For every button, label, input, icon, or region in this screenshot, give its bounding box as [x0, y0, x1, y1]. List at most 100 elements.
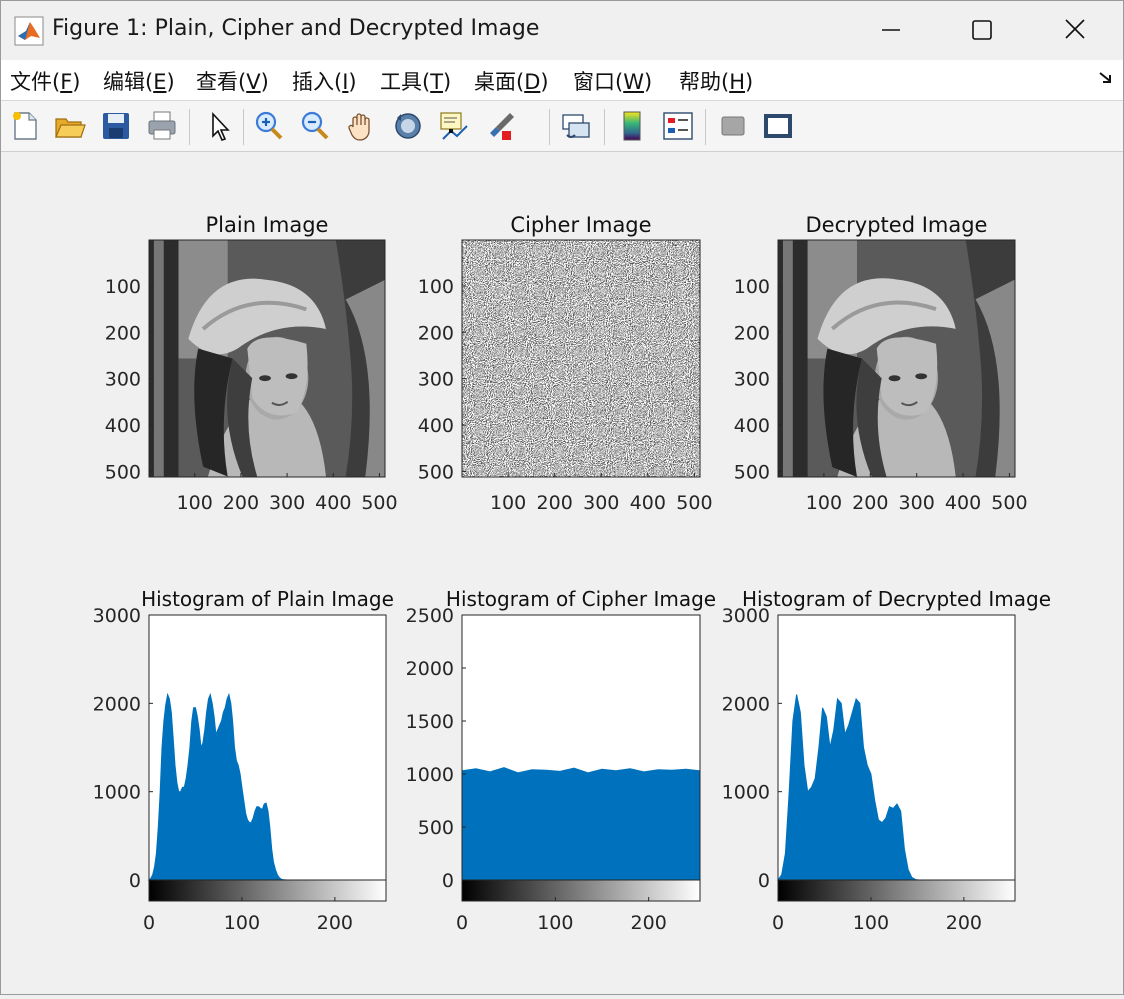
x-tick-label: 200 — [852, 492, 888, 514]
y-tick-label: 300 — [418, 369, 454, 391]
y-tick-label: 2000 — [722, 693, 770, 715]
toolbar-separator — [243, 109, 244, 145]
zoom-out-icon[interactable] — [298, 109, 332, 143]
x-tick-label: 100 — [806, 492, 842, 514]
chart-title: Decrypted Image — [806, 213, 988, 237]
cipher-image — [462, 240, 700, 477]
y-tick-label: 3000 — [93, 605, 141, 627]
x-tick-label: 0 — [456, 912, 468, 934]
chart-title: Histogram of Cipher Image — [446, 587, 716, 611]
chart-title: Histogram of Plain Image — [141, 587, 394, 611]
y-tick-label: 100 — [105, 276, 141, 298]
x-tick-label: 0 — [143, 912, 155, 934]
menu-desktop[interactable]: 桌面(D) — [474, 66, 549, 96]
menu-bar: 文件(F) 编辑(E) 查看(V) 插入(I) 工具(T) 桌面(D) 窗口(W… — [0, 60, 1124, 101]
print-icon[interactable] — [145, 109, 179, 143]
rotate-3d-icon[interactable] — [391, 109, 425, 143]
x-tick-label: 100 — [853, 912, 889, 934]
toolbar-separator — [705, 109, 706, 145]
y-tick-label: 200 — [734, 322, 770, 344]
close-button[interactable] — [1052, 8, 1098, 52]
save-icon[interactable] — [99, 109, 133, 143]
menu-window[interactable]: 窗口(W) — [573, 66, 652, 96]
y-tick-label: 3000 — [722, 605, 770, 627]
y-tick-label: 1000 — [406, 764, 454, 786]
x-tick-label: 400 — [945, 492, 981, 514]
charts-root: Plain Image 100 200 300 400 500 100 200 300 400 50… — [93, 213, 1051, 934]
y-tick-label: 100 — [418, 276, 454, 298]
x-tick-label: 100 — [177, 492, 213, 514]
open-file-icon[interactable] — [53, 109, 87, 143]
y-tick-label: 1000 — [93, 782, 141, 804]
menu-help[interactable]: 帮助(H) — [679, 66, 753, 96]
y-tick-label: 0 — [129, 870, 141, 892]
menu-edit[interactable]: 编辑(E) — [103, 66, 175, 96]
chart-title: Histogram of Decrypted Image — [742, 587, 1051, 611]
y-tick-label: 1500 — [406, 711, 454, 733]
x-tick-label: 200 — [537, 492, 573, 514]
x-tick-label: 200 — [317, 912, 353, 934]
link-plot-icon[interactable] — [559, 109, 593, 143]
toolbar-separator — [549, 109, 550, 145]
pointer-icon[interactable] — [203, 109, 237, 143]
menu-tools[interactable]: 工具(T) — [380, 66, 451, 96]
y-tick-label: 200 — [418, 322, 454, 344]
menu-insert[interactable]: 插入(I) — [292, 66, 357, 96]
show-plot-tools-icon[interactable] — [761, 109, 795, 143]
y-tick-label: 500 — [418, 461, 454, 483]
new-figure-icon[interactable] — [8, 109, 42, 143]
y-tick-label: 300 — [105, 369, 141, 391]
colorbar-icon[interactable] — [615, 109, 649, 143]
menu-file[interactable]: 文件(F) — [10, 66, 81, 96]
hide-plot-tools-icon[interactable] — [716, 109, 750, 143]
matlab-logo-icon — [14, 16, 44, 46]
y-tick-label: 400 — [105, 415, 141, 437]
legend-icon[interactable] — [661, 109, 695, 143]
y-tick-label: 500 — [418, 817, 454, 839]
y-tick-label: 400 — [734, 415, 770, 437]
y-tick-label: 1000 — [722, 782, 770, 804]
brush-icon[interactable] — [484, 109, 518, 143]
y-tick-label: 300 — [734, 369, 770, 391]
y-tick-label: 100 — [734, 276, 770, 298]
x-tick-label: 500 — [361, 492, 397, 514]
y-tick-label: 500 — [734, 461, 770, 483]
y-tick-label: 0 — [442, 870, 454, 892]
gray-ramp-bar — [777, 879, 1016, 902]
y-tick-label: 2000 — [93, 693, 141, 715]
y-tick-label: 2000 — [406, 658, 454, 680]
dock-arrow-icon[interactable] — [1098, 70, 1114, 86]
gray-ramp-bar — [461, 879, 701, 902]
decrypted-image — [778, 240, 1015, 477]
figure-toolbar — [0, 101, 1124, 228]
chart-title: Cipher Image — [510, 213, 651, 237]
x-tick-label: 400 — [315, 492, 351, 514]
x-tick-label: 100 — [224, 912, 260, 934]
minimize-button[interactable] — [868, 8, 914, 52]
x-tick-label: 0 — [772, 912, 784, 934]
x-tick-label: 100 — [490, 492, 526, 514]
x-tick-label: 200 — [946, 912, 982, 934]
x-tick-label: 200 — [223, 492, 259, 514]
x-tick-label: 400 — [630, 492, 666, 514]
x-tick-label: 300 — [899, 492, 935, 514]
data-cursor-icon[interactable] — [437, 109, 471, 143]
maximize-button[interactable] — [958, 8, 1004, 52]
x-tick-label: 300 — [583, 492, 619, 514]
figure-canvas[interactable]: Plain Image 100 200 300 400 500 100 200 300 400 50… — [0, 152, 1124, 995]
menu-view[interactable]: 查看(V) — [196, 66, 269, 96]
pan-hand-icon[interactable] — [344, 109, 378, 143]
y-tick-label: 400 — [418, 415, 454, 437]
x-tick-label: 500 — [676, 492, 712, 514]
y-tick-label: 200 — [105, 322, 141, 344]
y-tick-label: 0 — [758, 870, 770, 892]
figure-axes-area[interactable]: Plain Image 100 200 300 400 500 100 200 300 400 50… — [0, 152, 1124, 995]
x-tick-label: 100 — [537, 912, 573, 934]
gray-ramp-bar — [148, 879, 387, 902]
histogram-bars — [461, 767, 701, 881]
y-tick-label: 500 — [105, 461, 141, 483]
zoom-in-icon[interactable] — [252, 109, 286, 143]
x-tick-label: 200 — [631, 912, 667, 934]
chart-title: Plain Image — [206, 213, 329, 237]
plain-image — [149, 240, 385, 477]
